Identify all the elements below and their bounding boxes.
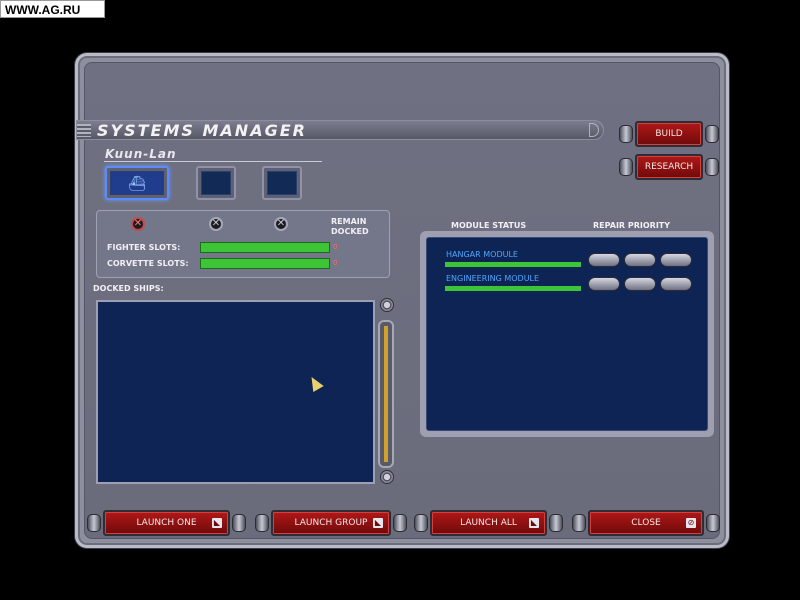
priority-high-button[interactable] xyxy=(660,277,692,291)
launch-group-button[interactable]: LAUNCH GROUP ◣ xyxy=(271,510,391,536)
pill-end-icon xyxy=(393,514,407,532)
corvette-slots-bar xyxy=(200,258,330,269)
empty-slot-screen xyxy=(267,171,297,195)
title-cap-icon xyxy=(589,123,599,137)
launch-one-label: LAUNCH ONE xyxy=(136,518,197,528)
scrollbar[interactable] xyxy=(378,320,394,468)
fighter-slots-label: FIGHTER SLOTS: xyxy=(107,243,181,252)
scroll-thumb[interactable] xyxy=(384,326,388,462)
pill-end-icon xyxy=(619,158,633,176)
pill-end-icon xyxy=(232,514,246,532)
pill-end-icon xyxy=(706,514,720,532)
empty-slot-screen xyxy=(201,171,231,195)
ship-slot-1[interactable]: ⛴ xyxy=(105,166,169,200)
module-name: ENGINEERING MODULE xyxy=(446,274,540,283)
corvette-remain-toggle-icon[interactable]: ✕ xyxy=(209,217,223,231)
launch-all-button[interactable]: LAUNCH ALL ◣ xyxy=(430,510,547,536)
pill-end-icon xyxy=(255,514,269,532)
watermark: WWW.AG.RU xyxy=(0,0,105,18)
launch-all-group: LAUNCH ALL ◣ xyxy=(414,510,563,536)
scroll-down-button[interactable] xyxy=(380,470,394,484)
docked-ships-list[interactable] xyxy=(96,300,375,484)
corvette-slots-count: 0 xyxy=(333,259,338,267)
pill-end-icon xyxy=(87,514,101,532)
priority-high-button[interactable] xyxy=(660,253,692,267)
build-button[interactable]: BUILD xyxy=(635,121,703,147)
launch-all-label: LAUNCH ALL xyxy=(460,518,517,528)
launch-icon: ◣ xyxy=(373,518,383,528)
grip-icon xyxy=(77,124,91,137)
divider xyxy=(104,161,322,162)
page-title: SYSTEMS MANAGER xyxy=(97,121,307,140)
pill-end-icon xyxy=(549,514,563,532)
fighter-slots-bar xyxy=(200,242,330,253)
launch-one-group: LAUNCH ONE ◣ xyxy=(87,510,246,536)
launch-group-group: LAUNCH GROUP ◣ xyxy=(255,510,407,536)
pill-end-icon xyxy=(705,158,719,176)
repair-priority-label: REPAIR PRIORITY xyxy=(593,221,671,230)
launch-group-label: LAUNCH GROUP xyxy=(294,518,368,528)
priority-low-button[interactable] xyxy=(588,253,620,267)
carrier-icon: ⛴ xyxy=(110,171,164,195)
ship-slot-2[interactable] xyxy=(196,166,236,200)
priority-low-button[interactable] xyxy=(588,277,620,291)
pill-end-icon xyxy=(414,514,428,532)
close-icon: ⊘ xyxy=(686,518,696,528)
research-button-group: RESEARCH xyxy=(619,154,719,180)
pill-end-icon xyxy=(619,125,633,143)
docked-ships-label: DOCKED SHIPS: xyxy=(93,284,164,293)
close-group: CLOSE ⊘ xyxy=(572,510,720,536)
corvette-slots-label: CORVETTE SLOTS: xyxy=(107,259,189,268)
fighter-remain-toggle-icon[interactable]: ✕ xyxy=(131,217,145,231)
fighter-slots-count: 0 xyxy=(333,243,338,251)
pill-end-icon xyxy=(572,514,586,532)
close-button[interactable]: CLOSE ⊘ xyxy=(588,510,704,536)
remain-docked-label: REMAIN DOCKED xyxy=(331,217,369,236)
ship-name: Kuun-Lan xyxy=(105,147,177,161)
priority-medium-button[interactable] xyxy=(624,277,656,291)
pill-end-icon xyxy=(705,125,719,143)
build-button-group: BUILD xyxy=(619,121,719,147)
module-health-bar xyxy=(445,286,581,291)
remain-toggle-icon[interactable]: ✕ xyxy=(274,217,288,231)
title-bar: SYSTEMS MANAGER xyxy=(76,120,604,140)
module-name: HANGAR MODULE xyxy=(446,250,518,259)
priority-medium-button[interactable] xyxy=(624,253,656,267)
research-button[interactable]: RESEARCH xyxy=(635,154,703,180)
module-health-bar xyxy=(445,262,581,267)
launch-icon: ◣ xyxy=(529,518,539,528)
close-label: CLOSE xyxy=(631,518,661,528)
launch-one-button[interactable]: LAUNCH ONE ◣ xyxy=(103,510,230,536)
launch-icon: ◣ xyxy=(212,518,222,528)
module-status-label: MODULE STATUS xyxy=(451,221,527,230)
ship-slot-3[interactable] xyxy=(262,166,302,200)
scroll-up-button[interactable] xyxy=(380,298,394,312)
